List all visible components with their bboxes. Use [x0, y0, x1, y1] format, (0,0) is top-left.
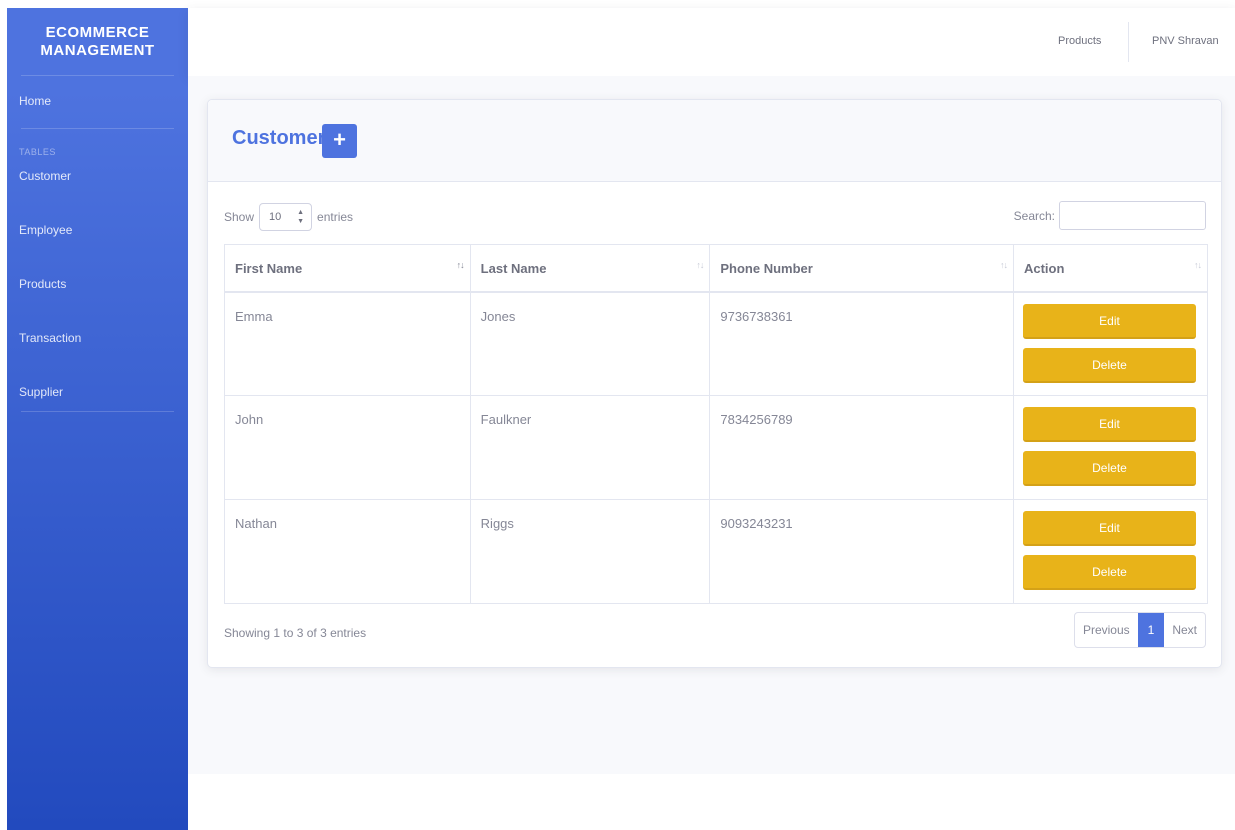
- edit-button[interactable]: Edit: [1022, 407, 1196, 442]
- topbar-divider: [1128, 22, 1129, 62]
- sidebar-heading-tables: TABLES: [19, 147, 56, 157]
- customer-table: First Name ↑↓ Last Name ↑↓ Phone Number …: [224, 244, 1209, 604]
- topbar-products-link[interactable]: Products: [1058, 35, 1101, 47]
- column-header-label: Phone Number: [720, 261, 813, 276]
- cell-action: Edit Delete: [1012, 291, 1209, 396]
- select-arrows-icon: ▲ ▼: [297, 209, 305, 225]
- table-row: John Faulkner 7834256789 Edit Delete: [224, 395, 1209, 500]
- sort-icon: ↑↓: [1194, 260, 1202, 270]
- cell-phone-number: 7834256789: [709, 395, 1014, 500]
- column-header-last-name[interactable]: Last Name ↑↓: [469, 244, 711, 293]
- plus-icon: +: [333, 127, 346, 152]
- sidebar-divider: [21, 411, 174, 412]
- column-header-label: Last Name: [480, 261, 547, 276]
- search-control: Search:: [1014, 201, 1206, 230]
- sidebar-item-customer[interactable]: Customer: [7, 169, 188, 223]
- cell-first-name: Nathan: [224, 499, 471, 604]
- entries-length-control: Show 10 ▲ ▼ entries: [224, 203, 353, 231]
- delete-button[interactable]: Delete: [1022, 347, 1196, 383]
- topbar: Products PNV Shravan: [188, 8, 1235, 76]
- cell-action: Edit Delete: [1012, 395, 1209, 500]
- show-label: Show: [224, 210, 255, 224]
- column-header-label: Action: [1023, 261, 1065, 276]
- table-header-row: First Name ↑↓ Last Name ↑↓ Phone Number …: [224, 244, 1209, 293]
- delete-button[interactable]: Delete: [1022, 451, 1196, 486]
- pagination-next[interactable]: Next: [1164, 613, 1205, 647]
- edit-button[interactable]: Edit: [1022, 511, 1196, 546]
- customer-card: Customer + Show 10 ▲ ▼ entries Search: Fi…: [207, 99, 1222, 668]
- column-header-phone-number[interactable]: Phone Number ↑↓: [709, 244, 1014, 293]
- sidebar-item-employee[interactable]: Employee: [7, 223, 188, 277]
- table-row: Emma Jones 9736738361 Edit Delete: [224, 291, 1209, 396]
- sort-icon: ↑↓: [696, 260, 704, 270]
- sidebar-item-transaction[interactable]: Transaction: [7, 331, 188, 385]
- cell-first-name: Emma: [224, 291, 471, 396]
- sidebar-item-home[interactable]: Home: [7, 74, 188, 128]
- column-header-label: First Name: [235, 261, 303, 276]
- pagination-page-1[interactable]: 1: [1137, 613, 1165, 647]
- entries-select[interactable]: 10 ▲ ▼: [259, 203, 313, 231]
- cell-phone-number: 9093243231: [709, 499, 1014, 604]
- pagination-previous[interactable]: Previous: [1075, 613, 1138, 647]
- brand[interactable]: ECOMMERCE MANAGEMENT: [7, 8, 188, 75]
- search-label: Search:: [1013, 208, 1055, 223]
- pagination: Previous 1 Next: [1073, 612, 1206, 648]
- table-row: Nathan Riggs 9093243231 Edit Delete: [224, 499, 1209, 604]
- cell-phone-number: 9736738361: [709, 291, 1014, 396]
- cell-action: Edit Delete: [1012, 499, 1209, 604]
- sort-icon: ↑↓: [999, 260, 1008, 270]
- sidebar-item-supplier[interactable]: Supplier: [7, 385, 188, 411]
- brand-line-2: MANAGEMENT: [40, 41, 155, 59]
- sidebar-item-products[interactable]: Products: [7, 277, 188, 331]
- entries-select-value: 10: [269, 211, 282, 223]
- cell-last-name: Faulkner: [469, 395, 711, 500]
- column-header-action[interactable]: Action ↑↓: [1012, 244, 1209, 293]
- sort-icon: ↑↓: [456, 260, 465, 270]
- column-header-first-name[interactable]: First Name ↑↓: [224, 244, 471, 293]
- brand-line-1: ECOMMERCE: [45, 23, 150, 41]
- cell-first-name: John: [224, 395, 471, 500]
- cell-last-name: Jones: [469, 291, 711, 396]
- sidebar: ECOMMERCE MANAGEMENT Home TABLES Custome…: [7, 8, 188, 830]
- edit-button[interactable]: Edit: [1022, 303, 1196, 339]
- card-header: Customer +: [208, 100, 1221, 182]
- user-menu[interactable]: PNV Shravan: [1152, 35, 1219, 47]
- search-input[interactable]: [1059, 201, 1206, 230]
- table-info: Showing 1 to 3 of 3 entries: [224, 626, 367, 640]
- entries-label: entries: [317, 210, 354, 224]
- add-customer-button[interactable]: +: [322, 124, 357, 158]
- cell-last-name: Riggs: [469, 499, 711, 604]
- delete-button[interactable]: Delete: [1022, 555, 1196, 590]
- page-title: Customer: [232, 127, 326, 149]
